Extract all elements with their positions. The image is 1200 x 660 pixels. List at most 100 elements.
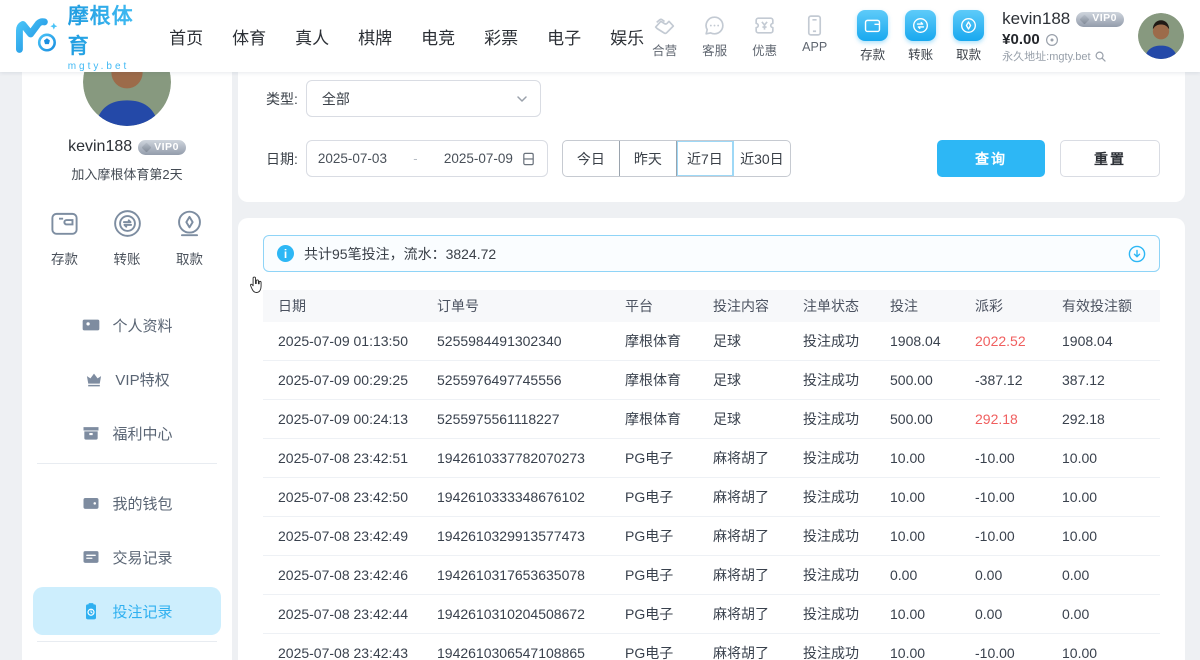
nav-item[interactable]: 首页 <box>169 24 203 49</box>
nav-item[interactable]: 体育 <box>232 24 266 49</box>
cell-payout: -10.00 <box>975 634 1062 660</box>
refresh-balance-icon[interactable] <box>1045 33 1059 47</box>
sidebar-item-label: 交易记录 <box>112 547 172 568</box>
cell-status: 投注成功 <box>803 634 890 660</box>
cell-bet-content: 足球 <box>713 400 803 439</box>
cell-status: 投注成功 <box>803 361 890 400</box>
cell-bet-amount: 10.00 <box>890 634 975 660</box>
cell-bet-amount: 500.00 <box>890 361 975 400</box>
avatar-image <box>1138 13 1184 59</box>
crown-icon <box>84 369 104 389</box>
nav-item[interactable]: 娱乐 <box>610 24 644 49</box>
sidebar-transfer-button[interactable]: 转账 <box>111 207 144 268</box>
cell-platform: PG电子 <box>625 634 713 660</box>
query-button[interactable]: 查询 <box>937 140 1045 177</box>
table-row: 2025-07-08 23:42:44 1942610310204508672 … <box>263 595 1160 634</box>
cell-payout: -387.12 <box>975 361 1062 400</box>
sidebar-item-vip[interactable]: VIP特权 <box>33 355 221 403</box>
cell-platform: PG电子 <box>625 439 713 478</box>
col-bet: 投注 <box>890 290 975 322</box>
transfer-label: 转账 <box>908 44 933 63</box>
cell-payout: 292.18 <box>975 400 1062 439</box>
col-order: 订单号 <box>437 290 625 322</box>
reset-button[interactable]: 重置 <box>1060 140 1160 177</box>
transfer-button[interactable]: 转账 <box>905 10 936 63</box>
sidebar-deposit-button[interactable]: 存款 <box>48 207 81 268</box>
cell-status: 投注成功 <box>803 595 890 634</box>
sidebar-item-transactions[interactable]: 交易记录 <box>33 533 221 581</box>
cell-platform: 摩根体育 <box>625 361 713 400</box>
menu-divider <box>37 641 217 642</box>
sidebar-item-profile[interactable]: 个人资料 <box>33 301 221 349</box>
magnifier-icon[interactable] <box>1094 50 1107 63</box>
cell-order-number: 1942610337782070273 <box>437 439 625 478</box>
sidebar-item-bet-records[interactable]: 投注记录 <box>33 587 221 635</box>
nav-item[interactable]: 彩票 <box>484 24 518 49</box>
cell-valid-amount: 10.00 <box>1062 478 1160 517</box>
date-range-button[interactable]: 昨天 <box>619 141 676 176</box>
date-separator: - <box>387 151 444 166</box>
sidebar-item-label: 我的钱包 <box>112 493 172 514</box>
nav-item[interactable]: 棋牌 <box>358 24 392 49</box>
user-avatar[interactable] <box>1138 13 1184 59</box>
partnership-link[interactable]: 合营 <box>644 13 685 59</box>
menu-divider <box>37 463 217 464</box>
cell-date: 2025-07-09 00:29:25 <box>263 361 437 400</box>
brand-logo-icon <box>16 16 61 57</box>
promotions-link[interactable]: 优惠 <box>744 13 785 59</box>
cell-valid-amount: 292.18 <box>1062 400 1160 439</box>
date-range-group: 今日昨天近7日近30日 <box>562 140 791 177</box>
promotions-label: 优惠 <box>752 40 777 59</box>
top-navbar: 摩根体育 mgty.bet 首页 体育 真人 棋牌 电竞 彩票 电子 娱乐 合营 <box>0 0 1200 72</box>
expand-circle-icon[interactable] <box>1128 245 1146 263</box>
type-select[interactable]: 全部 <box>306 80 541 117</box>
transfer-icon <box>111 207 144 240</box>
sidebar-withdraw-button[interactable]: 取款 <box>173 207 206 268</box>
cell-platform: 摩根体育 <box>625 322 713 361</box>
date-range-button[interactable]: 近30日 <box>733 141 790 176</box>
date-range-input[interactable]: 2025-07-03 - 2025-07-09 <box>306 140 548 177</box>
cell-date: 2025-07-08 23:42:43 <box>263 634 437 660</box>
sidebar-item-welfare[interactable]: 福利中心 <box>33 409 221 457</box>
cell-valid-amount: 10.00 <box>1062 634 1160 660</box>
cell-date: 2025-07-08 23:42:46 <box>263 556 437 595</box>
cell-bet-content: 麻将胡了 <box>713 634 803 660</box>
cell-valid-amount: 10.00 <box>1062 439 1160 478</box>
sidebar-item-label: VIP特权 <box>115 369 169 390</box>
date-range-button[interactable]: 近7日 <box>676 141 733 176</box>
col-date: 日期 <box>263 290 437 322</box>
sidebar-withdraw-label: 取款 <box>176 248 203 268</box>
chevron-down-icon <box>516 93 528 105</box>
cell-status: 投注成功 <box>803 478 890 517</box>
table-row: 2025-07-08 23:42:46 1942610317653635078 … <box>263 556 1160 595</box>
table-header-row: 日期 订单号 平台 投注内容 注单状态 投注 派彩 有效投注额 <box>263 290 1160 322</box>
deposit-button[interactable]: 存款 <box>857 10 888 63</box>
nav-item[interactable]: 电子 <box>547 24 581 49</box>
brand-name: 摩根体育 <box>68 0 153 60</box>
cell-bet-content: 麻将胡了 <box>713 439 803 478</box>
sidebar-item-wallet[interactable]: 我的钱包 <box>33 479 221 527</box>
id-card-icon <box>81 315 101 335</box>
date-range-button[interactable]: 今日 <box>563 141 619 176</box>
cell-payout: 0.00 <box>975 595 1062 634</box>
records-panel: i 共计95笔投注，流水：3824.72 日期 订单号 平台 投注内容 注单状态… <box>238 218 1185 660</box>
cell-platform: PG电子 <box>625 478 713 517</box>
bet-records-table: 日期 订单号 平台 投注内容 注单状态 投注 派彩 有效投注额 2025-07-… <box>263 290 1160 660</box>
transaction-record-icon <box>81 547 101 567</box>
cell-status: 投注成功 <box>803 400 890 439</box>
nav-item[interactable]: 电竞 <box>421 24 455 49</box>
table-row: 2025-07-08 23:42:49 1942610329913577473 … <box>263 517 1160 556</box>
type-filter-label: 类型: <box>266 89 298 109</box>
brand-logo[interactable]: 摩根体育 mgty.bet <box>16 0 153 72</box>
withdraw-button[interactable]: 取款 <box>953 10 984 63</box>
col-valid: 有效投注额 <box>1062 290 1160 322</box>
cell-valid-amount: 10.00 <box>1062 517 1160 556</box>
brand-domain: mgty.bet <box>68 61 153 72</box>
cell-valid-amount: 0.00 <box>1062 595 1160 634</box>
app-download-link[interactable]: APP <box>794 13 835 59</box>
nav-item[interactable]: 真人 <box>295 24 329 49</box>
cell-date: 2025-07-08 23:42:50 <box>263 478 437 517</box>
customer-service-link[interactable]: 客服 <box>694 13 735 59</box>
col-status: 注单状态 <box>803 290 890 322</box>
cell-order-number: 1942610329913577473 <box>437 517 625 556</box>
